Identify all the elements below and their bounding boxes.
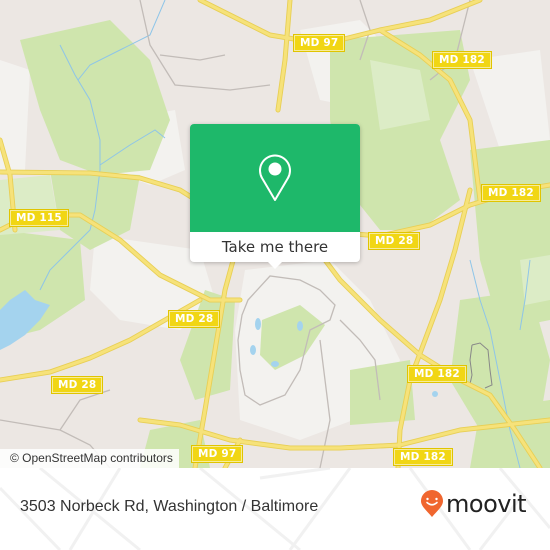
road-label-md182-north: MD 182	[432, 51, 492, 69]
popup-pointer	[267, 261, 283, 269]
footer-bar: 3503 Norbeck Rd, Washington / Baltimore …	[0, 468, 550, 550]
moovit-wordmark: moovit	[446, 490, 527, 518]
road-label-md28-center: MD 28	[167, 310, 221, 328]
road-label-md97-north: MD 97	[292, 34, 346, 52]
road-label-md182-southeast: MD 182	[407, 365, 467, 383]
road-label-md28-east: MD 28	[367, 232, 421, 250]
map-view[interactable]: MD 97 MD 182 MD 182 MD 115 MD 28 MD 28 M…	[0, 0, 550, 468]
road-label-md182-south: MD 182	[393, 448, 453, 466]
road-label-md97-south: MD 97	[190, 445, 244, 463]
moovit-smiley-pin-icon	[421, 490, 443, 517]
address-text: 3503 Norbeck Rd, Washington / Baltimore	[20, 498, 319, 515]
road-label-md28-west: MD 28	[50, 376, 104, 394]
map-attribution[interactable]: © OpenStreetMap contributors	[0, 449, 179, 468]
take-me-there-button[interactable]: Take me there	[190, 232, 360, 262]
location-popup: Take me there	[190, 124, 360, 269]
road-label-md182-east: MD 182	[481, 184, 541, 202]
road-label-md115: MD 115	[9, 209, 69, 227]
popup-header	[190, 124, 360, 232]
moovit-logo[interactable]: moovit	[420, 490, 527, 518]
location-pin-icon	[259, 154, 291, 201]
